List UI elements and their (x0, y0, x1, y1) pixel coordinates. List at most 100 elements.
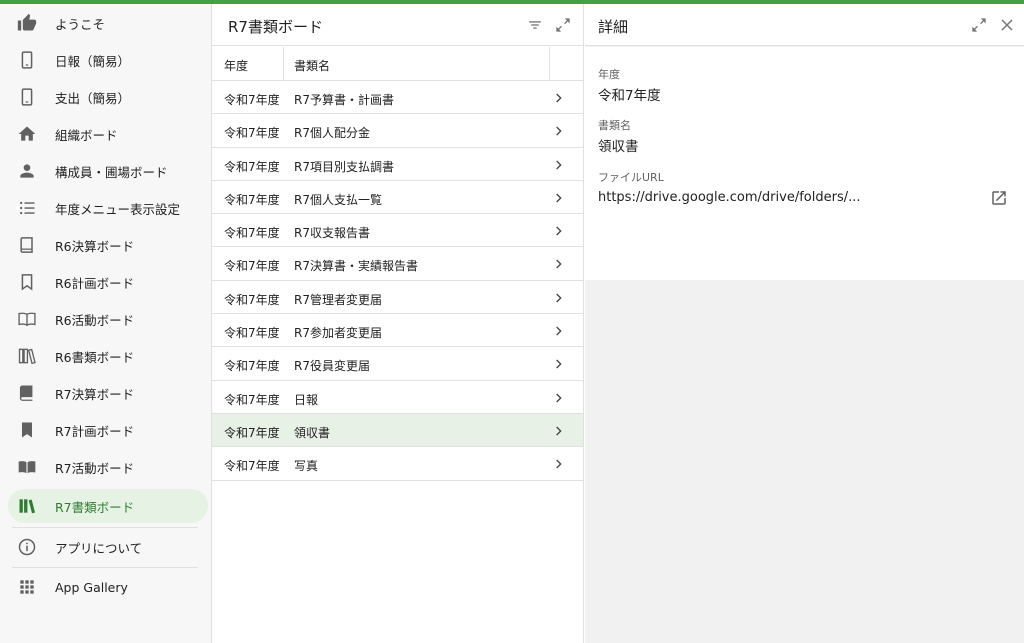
cell-document-name: R7予算書・計画書 (294, 93, 394, 107)
table-row[interactable]: 令和7年度 R7管理者変更届 (212, 281, 583, 315)
sidebar-item-r6-activity[interactable]: R6活動ボード (8, 302, 208, 336)
sidebar-divider (12, 527, 198, 528)
table-row[interactable]: 令和7年度 写真 (212, 447, 583, 481)
table-row[interactable]: 令和7年度 R7予算書・計画書 (212, 81, 583, 115)
sidebar-item-about[interactable]: アプリについて (8, 530, 208, 564)
bookmark-filled-icon (17, 420, 37, 440)
sidebar-item-label: R6決算ボード (55, 238, 135, 254)
sidebar-item-label: 組織ボード (55, 127, 118, 143)
sidebar-item-label: App Gallery (55, 579, 128, 595)
sidebar-item-label: 構成員・圃場ボード (55, 164, 168, 180)
cell-year: 令和7年度 (224, 159, 280, 174)
phone-icon (17, 87, 37, 107)
sidebar-item-app-gallery[interactable]: App Gallery (8, 570, 208, 604)
sidebar-item-label: 支出（簡易） (55, 90, 131, 106)
sidebar-item-r7-plan[interactable]: R7計画ボード (8, 413, 208, 447)
sidebar-item-label: 日報（簡易） (55, 53, 131, 69)
chevron-right-icon[interactable] (550, 90, 566, 106)
sidebar-item-label: R6活動ボード (55, 312, 135, 328)
library-filled-icon (17, 496, 37, 516)
table-row[interactable]: 令和7年度 領収書 (212, 413, 583, 448)
person-icon (17, 161, 37, 181)
cell-document-name: 写真 (294, 459, 319, 474)
filter-icon[interactable] (525, 15, 545, 35)
thumbs-up-icon (17, 13, 37, 33)
detail-body: 年度 令和7年度 書類名 領収書 ファイルURL https://drive.g… (585, 47, 1024, 280)
cell-document-name: R7役員変更届 (294, 359, 370, 374)
field-value-document-name: 領収書 (598, 139, 639, 155)
cell-year: 令和7年度 (224, 326, 280, 341)
chevron-right-icon[interactable] (550, 223, 566, 239)
cell-document-name: R7項目別支払調書 (294, 159, 394, 174)
sidebar-item-r7-activity[interactable]: R7活動ボード (8, 450, 208, 484)
cell-year: 令和7年度 (224, 259, 280, 274)
sidebar-item-label: R7計画ボード (55, 423, 135, 439)
column-divider (283, 47, 284, 80)
expand-icon[interactable] (969, 15, 989, 35)
cell-document-name: R7管理者変更届 (294, 292, 382, 307)
chevron-right-icon[interactable] (550, 256, 566, 272)
sidebar-item-label: R6計画ボード (55, 275, 135, 291)
table-row[interactable]: 令和7年度 R7個人支払一覧 (212, 181, 583, 215)
grid-icon (17, 577, 37, 597)
sidebar-item-expense[interactable]: 支出（簡易） (8, 80, 208, 114)
table-row[interactable]: 令和7年度 R7決算書・実績報告書 (212, 247, 583, 281)
cell-year: 令和7年度 (224, 126, 280, 141)
cell-document-name: R7参加者変更届 (294, 326, 382, 341)
chevron-right-icon[interactable] (550, 123, 566, 139)
table-row[interactable]: 令和7年度 R7収支報告書 (212, 214, 583, 248)
sidebar-item-r6-settlement[interactable]: R6決算ボード (8, 228, 208, 262)
sidebar: ようこそ 日報（簡易） 支出（簡易） 組織ボード 構成員・圃場ボード 年度メニュ… (0, 4, 212, 643)
chevron-right-icon[interactable] (550, 423, 566, 439)
column-header-document-name[interactable]: 書類名 (294, 57, 330, 74)
sidebar-item-label: 年度メニュー表示設定 (55, 201, 181, 217)
sidebar-item-label: ようこそ (55, 16, 106, 32)
sidebar-item-org-board[interactable]: 組織ボード (8, 117, 208, 151)
chevron-right-icon[interactable] (550, 290, 566, 306)
cell-document-name: 日報 (294, 392, 319, 407)
column-header-year[interactable]: 年度 (224, 57, 248, 74)
library-outline-icon (17, 346, 37, 366)
open-in-new-icon[interactable] (990, 189, 1008, 207)
table-row[interactable]: 令和7年度 R7個人配分金 (212, 114, 583, 148)
sidebar-item-r6-documents[interactable]: R6書類ボード (8, 339, 208, 373)
chevron-right-icon[interactable] (550, 157, 566, 173)
sidebar-item-label: R7活動ボード (55, 460, 135, 476)
phone-icon (17, 50, 37, 70)
file-url-link[interactable]: https://drive.google.com/drive/folders/.… (598, 190, 861, 205)
expand-icon[interactable] (553, 15, 573, 35)
cell-year: 令和7年度 (224, 392, 280, 407)
close-icon[interactable] (997, 15, 1017, 35)
table-row[interactable]: 令和7年度 R7項目別支払調書 (212, 148, 583, 181)
cell-year: 令和7年度 (224, 359, 280, 374)
detail-panel-title: 詳細 (598, 18, 629, 36)
sidebar-item-welcome[interactable]: ようこそ (8, 6, 208, 40)
table-row[interactable]: 令和7年度 日報 (212, 381, 583, 414)
list-icon (17, 198, 37, 218)
sidebar-item-year-menu-settings[interactable]: 年度メニュー表示設定 (8, 191, 208, 225)
detail-panel: 詳細 年度 令和7年度 書類名 領収書 ファイルURL https://driv… (585, 4, 1024, 643)
sidebar-item-label: R7決算ボード (55, 386, 135, 402)
chevron-right-icon[interactable] (550, 356, 566, 372)
cell-document-name: R7収支報告書 (294, 226, 370, 241)
book-filled-icon (17, 383, 37, 403)
table-row[interactable]: 令和7年度 R7参加者変更届 (212, 314, 583, 348)
table-header: 年度 書類名 (212, 47, 583, 81)
sidebar-item-label: アプリについて (55, 540, 143, 556)
table-row[interactable]: 令和7年度 R7役員変更届 (212, 347, 583, 381)
sidebar-item-daily-report[interactable]: 日報（簡易） (8, 43, 208, 77)
cell-year: 令和7年度 (224, 292, 280, 307)
chevron-right-icon[interactable] (550, 190, 566, 206)
chevron-right-icon[interactable] (550, 390, 566, 406)
document-table-body: 令和7年度 R7予算書・計画書 令和7年度 R7個人配分金 令和7年度 R7項目別支払調書… (212, 81, 583, 481)
sidebar-item-r7-settlement[interactable]: R7決算ボード (8, 376, 208, 410)
field-label-year: 年度 (598, 68, 620, 81)
sidebar-item-members-board[interactable]: 構成員・圃場ボード (8, 154, 208, 188)
cell-year: 令和7年度 (224, 93, 280, 107)
chevron-right-icon[interactable] (550, 456, 566, 472)
sidebar-item-r6-plan[interactable]: R6計画ボード (8, 265, 208, 299)
sidebar-item-r7-documents[interactable]: R7書類ボード (8, 489, 208, 523)
detail-panel-header: 詳細 (585, 4, 1024, 46)
info-icon (17, 537, 37, 557)
chevron-right-icon[interactable] (550, 323, 566, 339)
